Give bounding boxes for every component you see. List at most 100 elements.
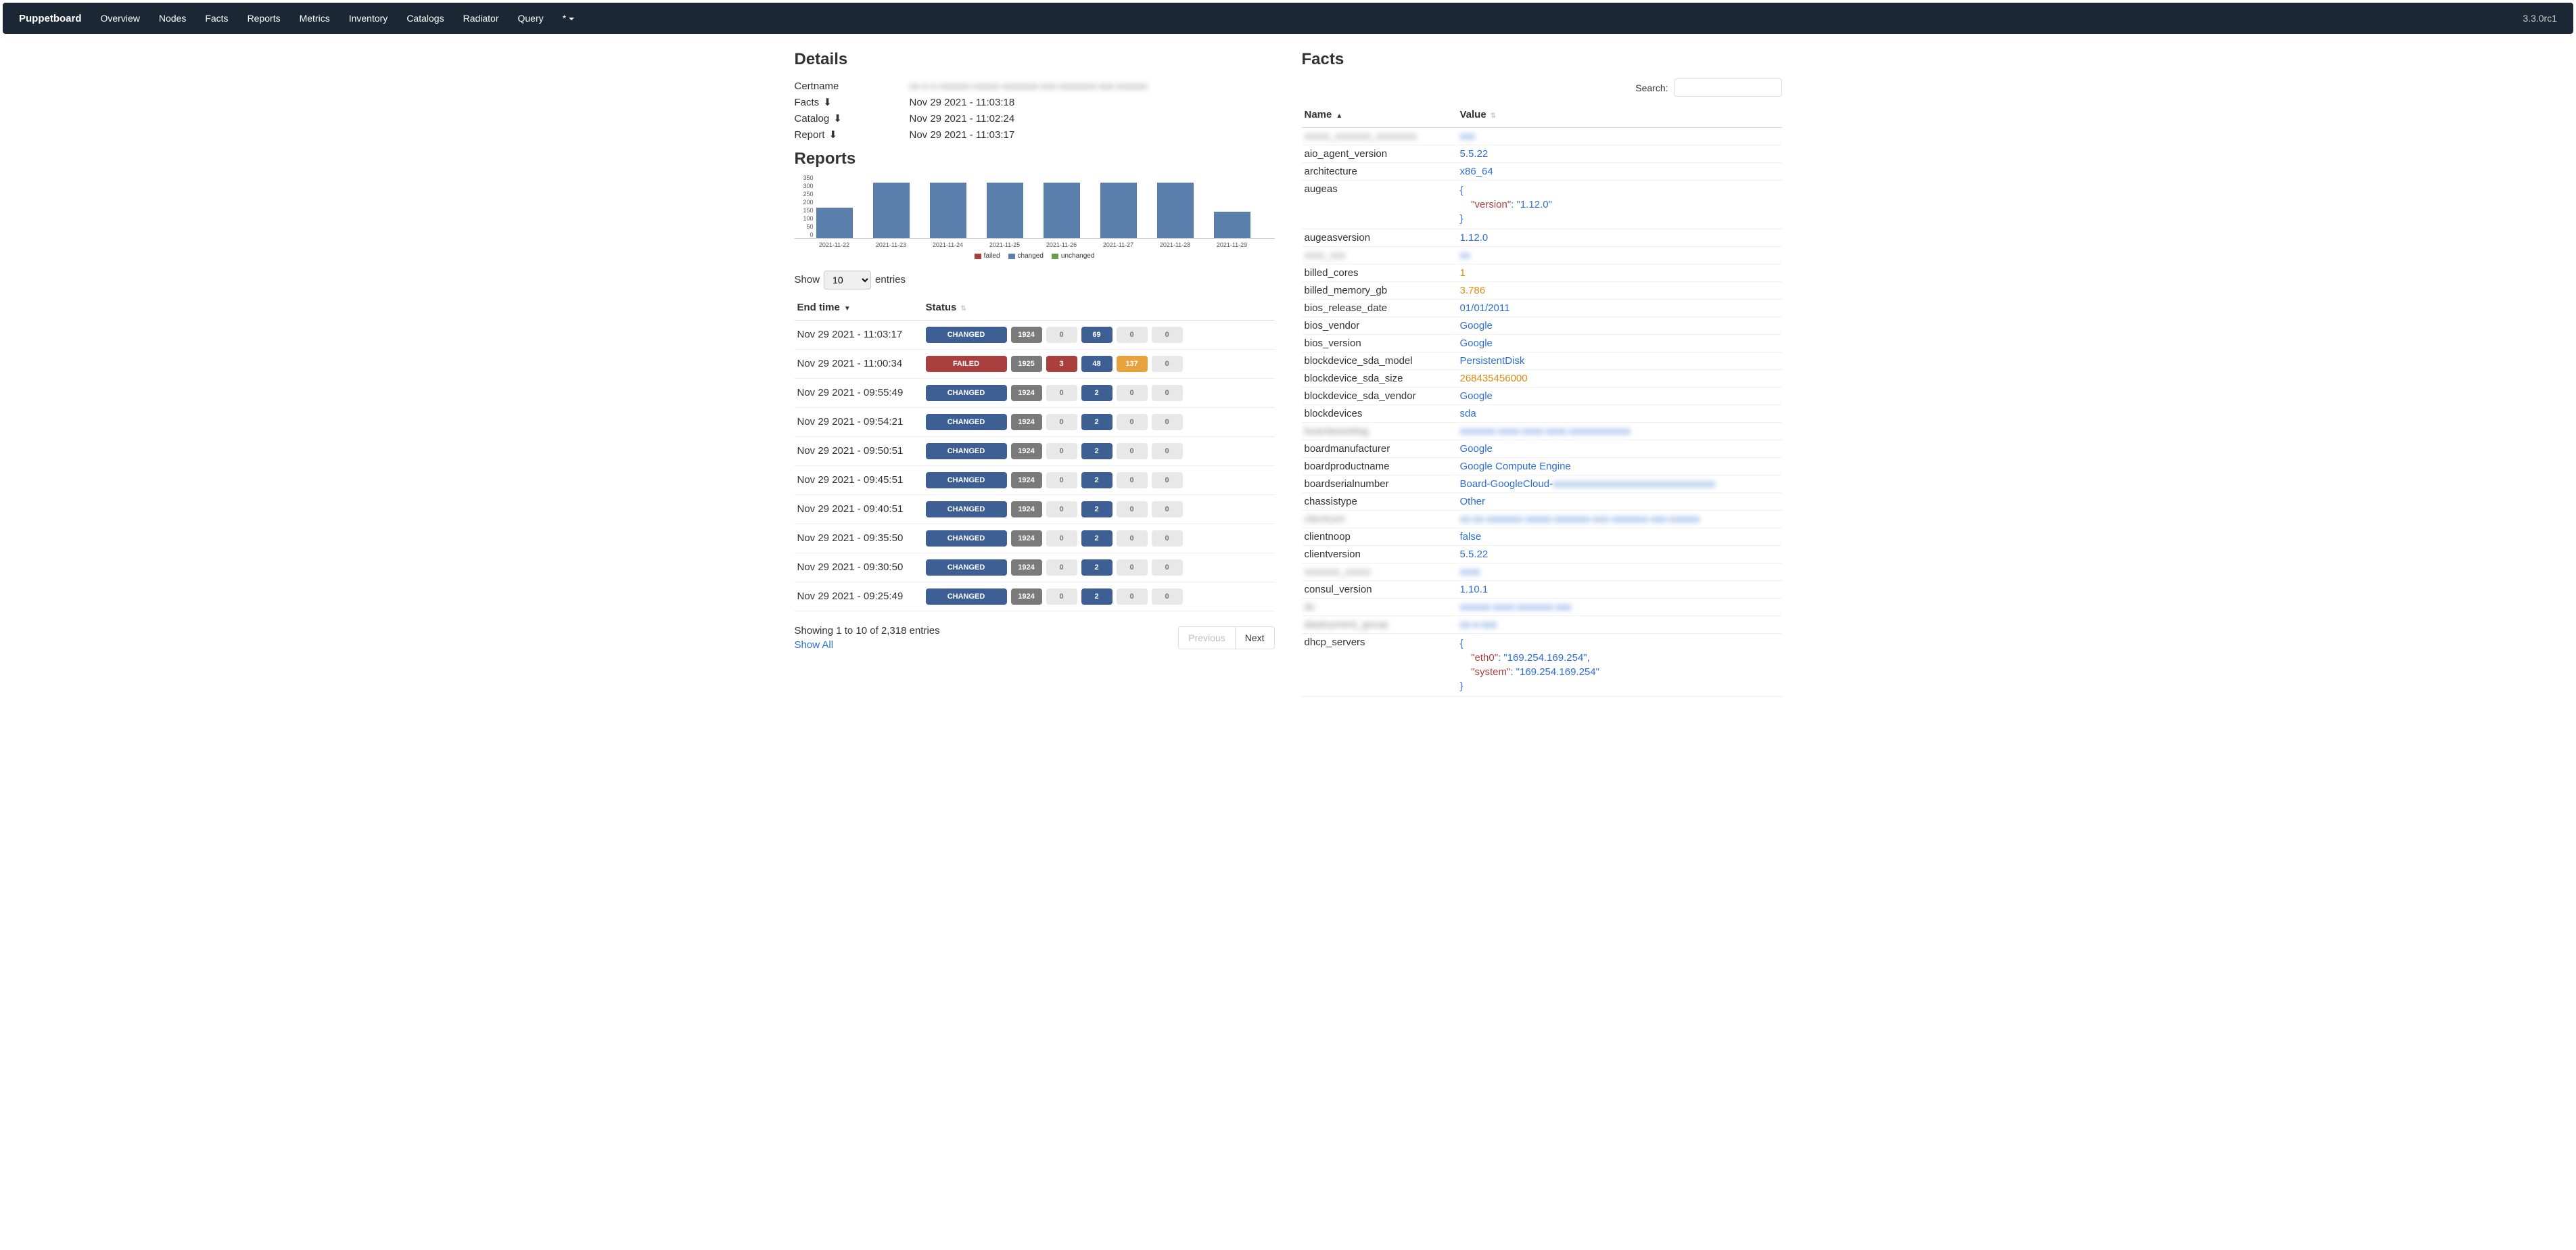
fact-value[interactable]: xx-xx-xxxxxxx-xxxxx-xxxxxxx-xxx-xxxxxxx-…: [1457, 511, 1782, 528]
fact-name[interactable]: augeas: [1302, 181, 1457, 229]
prev-button[interactable]: Previous: [1179, 627, 1235, 649]
fact-name[interactable]: boardassettag: [1302, 423, 1457, 440]
fact-value[interactable]: false: [1457, 528, 1782, 546]
status-badge[interactable]: CHANGED: [926, 414, 1007, 430]
fact-name[interactable]: blockdevice_sda_vendor: [1302, 388, 1457, 405]
fact-name[interactable]: clientcert: [1302, 511, 1457, 528]
env-dropdown[interactable]: *: [553, 3, 584, 34]
fact-name[interactable]: augeasversion: [1302, 229, 1457, 247]
count-badge[interactable]: 1924: [1011, 443, 1042, 459]
count-badge[interactable]: 0: [1046, 559, 1077, 576]
count-badge[interactable]: 2: [1081, 559, 1113, 576]
length-select[interactable]: 10: [824, 271, 871, 290]
count-badge[interactable]: 0: [1152, 414, 1183, 430]
fact-value[interactable]: sda: [1457, 405, 1782, 423]
nav-query[interactable]: Query: [509, 3, 553, 34]
fact-value[interactable]: 268435456000: [1457, 370, 1782, 388]
count-badge[interactable]: 0: [1117, 588, 1148, 605]
col-status[interactable]: Status⇅: [923, 296, 1275, 321]
nav-reports[interactable]: Reports: [238, 3, 290, 34]
fact-name[interactable]: consul_version: [1302, 581, 1457, 599]
nav-radiator[interactable]: Radiator: [454, 3, 509, 34]
count-badge[interactable]: 1924: [1011, 530, 1042, 547]
nav-facts[interactable]: Facts: [195, 3, 237, 34]
fact-name[interactable]: bios_release_date: [1302, 300, 1457, 317]
count-badge[interactable]: 0: [1046, 530, 1077, 547]
fact-name[interactable]: billed_cores: [1302, 264, 1457, 282]
count-badge[interactable]: 0: [1046, 472, 1077, 488]
fact-value[interactable]: xx: [1457, 247, 1782, 264]
count-badge[interactable]: 1924: [1011, 414, 1042, 430]
count-badge[interactable]: 1924: [1011, 385, 1042, 401]
fact-name[interactable]: xxxx_xxx: [1302, 247, 1457, 264]
status-badge[interactable]: CHANGED: [926, 443, 1007, 459]
brand[interactable]: Puppetboard: [9, 13, 91, 24]
chart-bar[interactable]: [1214, 212, 1250, 238]
end-time-cell[interactable]: Nov 29 2021 - 09:45:51: [795, 465, 923, 494]
fact-name[interactable]: clientversion: [1302, 546, 1457, 563]
fact-value[interactable]: Other: [1457, 493, 1782, 511]
count-badge[interactable]: 0: [1152, 501, 1183, 517]
fact-name[interactable]: dhcp_servers: [1302, 634, 1457, 697]
count-badge[interactable]: 0: [1117, 472, 1148, 488]
count-badge[interactable]: 1924: [1011, 472, 1042, 488]
count-badge[interactable]: 0: [1046, 414, 1077, 430]
status-badge[interactable]: CHANGED: [926, 559, 1007, 576]
legend-item[interactable]: failed: [975, 252, 1000, 260]
fact-value[interactable]: x86_64: [1457, 163, 1782, 181]
status-badge[interactable]: CHANGED: [926, 588, 1007, 605]
fact-name[interactable]: chassistype: [1302, 493, 1457, 511]
fact-value[interactable]: Board-GoogleCloud-xxxxxxxxxxxxxxxxxxxxxx…: [1457, 476, 1782, 493]
fact-name[interactable]: architecture: [1302, 163, 1457, 181]
count-badge[interactable]: 0: [1152, 327, 1183, 343]
fact-value[interactable]: xx-x-xxx: [1457, 616, 1782, 634]
end-time-cell[interactable]: Nov 29 2021 - 09:54:21: [795, 407, 923, 436]
search-input[interactable]: [1674, 78, 1782, 97]
fact-value[interactable]: PersistentDisk: [1457, 352, 1782, 370]
count-badge[interactable]: 3: [1046, 356, 1077, 372]
status-badge[interactable]: CHANGED: [926, 501, 1007, 517]
fact-value[interactable]: Google: [1457, 317, 1782, 335]
count-badge[interactable]: 2: [1081, 414, 1113, 430]
nav-catalogs[interactable]: Catalogs: [397, 3, 453, 34]
col-fact-value[interactable]: Value⇅: [1457, 103, 1782, 128]
end-time-cell[interactable]: Nov 29 2021 - 11:03:17: [795, 320, 923, 349]
fact-name[interactable]: xxxxx_xxxxxxx_xxxxxxxx: [1302, 128, 1457, 145]
count-badge[interactable]: 0: [1117, 414, 1148, 430]
count-badge[interactable]: 0: [1046, 588, 1077, 605]
fact-value[interactable]: xxxxxx-xxxx-xxxxxxx-xxx: [1457, 599, 1782, 616]
chart-bar[interactable]: [1157, 183, 1194, 238]
fact-name[interactable]: boardserialnumber: [1302, 476, 1457, 493]
fact-name[interactable]: billed_memory_gb: [1302, 282, 1457, 300]
status-badge[interactable]: FAILED: [926, 356, 1007, 372]
count-badge[interactable]: 1924: [1011, 559, 1042, 576]
legend-item[interactable]: changed: [1008, 252, 1044, 260]
end-time-cell[interactable]: Nov 29 2021 - 11:00:34: [795, 349, 923, 378]
count-badge[interactable]: 0: [1152, 443, 1183, 459]
count-badge[interactable]: 0: [1117, 385, 1148, 401]
count-badge[interactable]: 2: [1081, 588, 1113, 605]
status-badge[interactable]: CHANGED: [926, 472, 1007, 488]
fact-name[interactable]: boardmanufacturer: [1302, 440, 1457, 458]
count-badge[interactable]: 0: [1046, 501, 1077, 517]
count-badge[interactable]: 0: [1152, 588, 1183, 605]
download-icon[interactable]: ⬇: [823, 96, 832, 108]
chart-bar[interactable]: [987, 183, 1023, 238]
count-badge[interactable]: 2: [1081, 501, 1113, 517]
fact-name[interactable]: aio_agent_version: [1302, 145, 1457, 163]
fact-value[interactable]: 3.786: [1457, 282, 1782, 300]
next-button[interactable]: Next: [1236, 627, 1274, 649]
count-badge[interactable]: 1924: [1011, 327, 1042, 343]
count-badge[interactable]: 0: [1152, 356, 1183, 372]
count-badge[interactable]: 0: [1152, 559, 1183, 576]
count-badge[interactable]: 2: [1081, 385, 1113, 401]
count-badge[interactable]: 69: [1081, 327, 1113, 343]
count-badge[interactable]: 0: [1046, 327, 1077, 343]
nav-nodes[interactable]: Nodes: [149, 3, 195, 34]
count-badge[interactable]: 0: [1117, 501, 1148, 517]
fact-value[interactable]: xxxxxxx-xxxx-xxxx-xxxx-xxxxxxxxxxxx: [1457, 423, 1782, 440]
fact-value[interactable]: 5.5.22: [1457, 546, 1782, 563]
end-time-cell[interactable]: Nov 29 2021 - 09:35:50: [795, 524, 923, 553]
count-badge[interactable]: 0: [1117, 559, 1148, 576]
end-time-cell[interactable]: Nov 29 2021 - 09:40:51: [795, 494, 923, 524]
